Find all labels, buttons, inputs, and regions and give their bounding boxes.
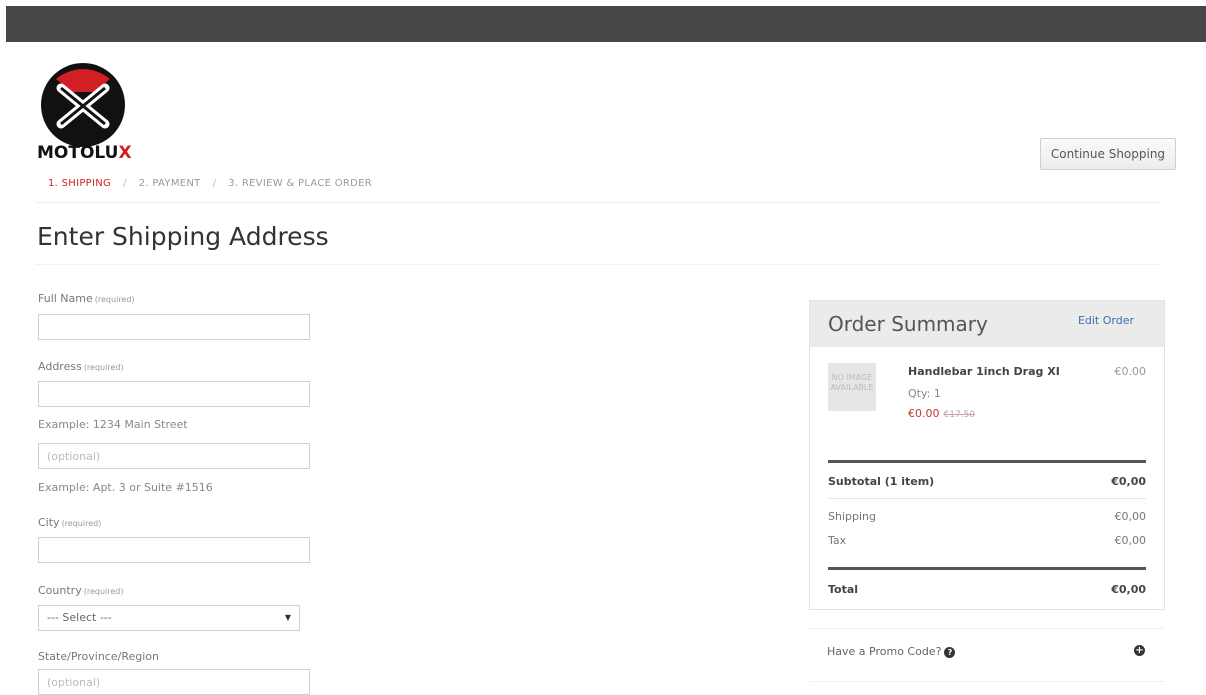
order-summary-panel: Order Summary Edit Order NO IMAGE AVAILA… <box>809 300 1165 610</box>
state-input[interactable] <box>38 669 310 695</box>
item-name: Handlebar 1inch Drag XI <box>908 365 1060 378</box>
continue-shopping-button[interactable]: Continue Shopping <box>1040 138 1176 170</box>
divider <box>36 202 1160 203</box>
step-separator: / <box>123 178 127 189</box>
promo-code-section[interactable]: Have a Promo Code?? + <box>809 628 1165 682</box>
step-payment[interactable]: 2. PAYMENT <box>139 178 201 189</box>
checkout-steps: 1. SHIPPING / 2. PAYMENT / 3. REVIEW & PLACE… <box>48 178 372 189</box>
city-input[interactable] <box>38 537 310 563</box>
divider <box>828 498 1146 499</box>
subtotal-row: Subtotal (1 item) €0,00 <box>828 475 1146 488</box>
tax-row: Tax €0,00 <box>828 534 1146 547</box>
country-label: Country (required) <box>38 584 124 597</box>
address-example: Example: 1234 Main Street <box>38 418 188 431</box>
help-icon[interactable]: ? <box>944 646 956 658</box>
divider <box>828 460 1146 463</box>
expand-plus-icon[interactable]: + <box>1134 645 1145 656</box>
item-sale-price: €0.00 €17.50 <box>908 407 975 420</box>
divider <box>828 567 1146 570</box>
dropdown-arrow-icon: ▼ <box>284 613 291 622</box>
country-select[interactable]: --- Select --- ▼ <box>38 605 300 631</box>
total-row: Total €0,00 <box>828 583 1146 596</box>
product-thumbnail: NO IMAGE AVAILABLE <box>828 363 876 411</box>
address2-input[interactable] <box>38 443 310 469</box>
order-summary-header: Order Summary Edit Order <box>810 301 1164 347</box>
step-review[interactable]: 3. REVIEW & PLACE ORDER <box>228 178 372 189</box>
step-shipping[interactable]: 1. SHIPPING <box>48 178 111 189</box>
page-title: Enter Shipping Address <box>37 222 329 251</box>
item-qty: Qty: 1 <box>908 387 941 400</box>
brand-name: MOTOLUX <box>37 143 132 163</box>
order-summary-title: Order Summary <box>828 312 988 336</box>
divider <box>36 264 1160 265</box>
promo-code-label: Have a Promo Code?? <box>827 645 956 658</box>
address-input[interactable] <box>38 381 310 407</box>
address-label: Address (required) <box>38 360 124 373</box>
top-bar <box>6 6 1206 42</box>
full-name-input[interactable] <box>38 314 310 340</box>
edit-order-link[interactable]: Edit Order <box>1078 314 1134 327</box>
address2-example: Example: Apt. 3 or Suite #1516 <box>38 481 213 494</box>
city-label: City (required) <box>38 516 102 529</box>
shipping-row: Shipping €0,00 <box>828 510 1146 523</box>
state-label: State/Province/Region <box>38 650 159 663</box>
item-price: €0.00 <box>1114 365 1147 378</box>
item-old-price: €17.50 <box>943 410 976 420</box>
full-name-label: Full Name (required) <box>38 292 135 305</box>
country-select-value: --- Select --- <box>47 611 112 624</box>
step-separator: / <box>212 178 217 189</box>
